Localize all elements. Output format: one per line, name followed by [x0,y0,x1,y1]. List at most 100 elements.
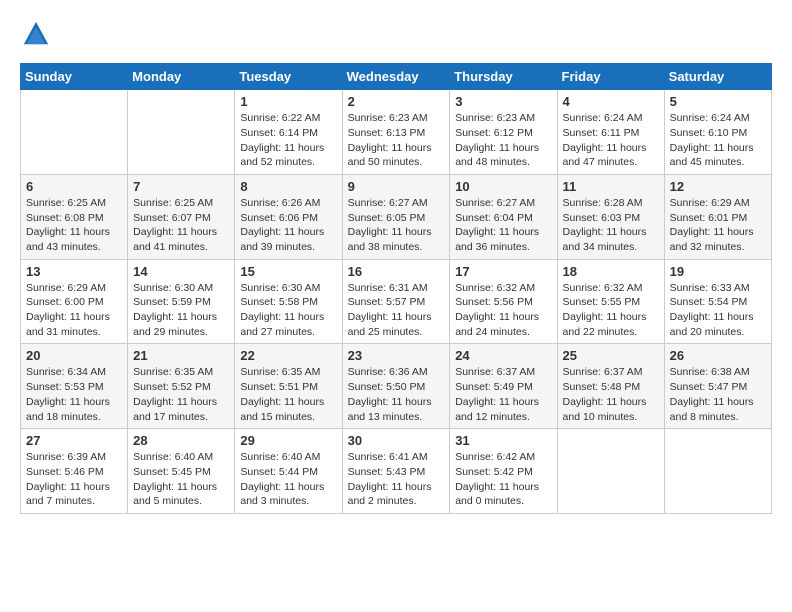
day-number: 17 [455,264,551,279]
calendar-cell: 1Sunrise: 6:22 AM Sunset: 6:14 PM Daylig… [235,90,342,175]
calendar-cell: 13 Sunrise: 6:29 AM Sunset: 6:00 PM Dayli… [21,259,128,344]
day-number: 8 [240,179,336,194]
calendar-cell: 15 Sunrise: 6:30 AM Sunset: 5:58 PM Dayli… [235,259,342,344]
day-info: Sunrise: 6:41 AM Sunset: 5:43 PM Dayligh… [348,450,445,509]
calendar-cell: 26 Sunrise: 6:38 AM Sunset: 5:47 PM Dayli… [664,344,771,429]
day-info: Sunrise: 6:35 AM Sunset: 5:51 PM Dayligh… [240,365,336,424]
day-number: 31 [455,433,551,448]
logo-text [20,20,50,53]
week-row-2: 6Sunrise: 6:25 AM Sunset: 6:08 PM Daylig… [21,174,772,259]
day-info: Sunrise: 6:31 AM Sunset: 5:57 PM Dayligh… [348,281,445,340]
calendar-cell [21,90,128,175]
weekday-header-wednesday: Wednesday [342,64,450,90]
calendar-cell: 23 Sunrise: 6:36 AM Sunset: 5:50 PM Dayli… [342,344,450,429]
calendar-cell: 18 Sunrise: 6:32 AM Sunset: 5:55 PM Dayli… [557,259,664,344]
day-info: Sunrise: 6:25 AM Sunset: 6:08 PM Dayligh… [26,196,122,255]
day-number: 25 [563,348,659,363]
day-info: Sunrise: 6:40 AM Sunset: 5:45 PM Dayligh… [133,450,229,509]
calendar-cell: 10 Sunrise: 6:27 AM Sunset: 6:04 PM Dayli… [450,174,557,259]
weekday-header-row: SundayMondayTuesdayWednesdayThursdayFrid… [21,64,772,90]
calendar-cell: 17 Sunrise: 6:32 AM Sunset: 5:56 PM Dayli… [450,259,557,344]
day-info: Sunrise: 6:29 AM Sunset: 6:01 PM Dayligh… [670,196,766,255]
day-number: 24 [455,348,551,363]
calendar-cell: 27 Sunrise: 6:39 AM Sunset: 5:46 PM Dayli… [21,429,128,514]
day-number: 27 [26,433,122,448]
day-info: Sunrise: 6:35 AM Sunset: 5:52 PM Dayligh… [133,365,229,424]
calendar-cell: 30 Sunrise: 6:41 AM Sunset: 5:43 PM Dayli… [342,429,450,514]
day-info: Sunrise: 6:30 AM Sunset: 5:59 PM Dayligh… [133,281,229,340]
calendar-cell: 2Sunrise: 6:23 AM Sunset: 6:13 PM Daylig… [342,90,450,175]
day-number: 30 [348,433,445,448]
calendar: SundayMondayTuesdayWednesdayThursdayFrid… [20,63,772,514]
calendar-cell: 21 Sunrise: 6:35 AM Sunset: 5:52 PM Dayli… [128,344,235,429]
calendar-cell: 14 Sunrise: 6:30 AM Sunset: 5:59 PM Dayli… [128,259,235,344]
day-number: 11 [563,179,659,194]
day-info: Sunrise: 6:24 AM Sunset: 6:10 PM Dayligh… [670,111,766,170]
day-number: 26 [670,348,766,363]
day-number: 29 [240,433,336,448]
weekday-header-saturday: Saturday [664,64,771,90]
calendar-cell: 19 Sunrise: 6:33 AM Sunset: 5:54 PM Dayli… [664,259,771,344]
calendar-cell: 28 Sunrise: 6:40 AM Sunset: 5:45 PM Dayli… [128,429,235,514]
day-info: Sunrise: 6:23 AM Sunset: 6:13 PM Dayligh… [348,111,445,170]
calendar-cell: 29 Sunrise: 6:40 AM Sunset: 5:44 PM Dayli… [235,429,342,514]
day-number: 14 [133,264,229,279]
day-number: 3 [455,94,551,109]
day-info: Sunrise: 6:28 AM Sunset: 6:03 PM Dayligh… [563,196,659,255]
calendar-cell: 12 Sunrise: 6:29 AM Sunset: 6:01 PM Dayli… [664,174,771,259]
calendar-cell: 20Sunrise: 6:34 AM Sunset: 5:53 PM Dayli… [21,344,128,429]
day-number: 20 [26,348,122,363]
day-info: Sunrise: 6:38 AM Sunset: 5:47 PM Dayligh… [670,365,766,424]
weekday-header-monday: Monday [128,64,235,90]
day-number: 19 [670,264,766,279]
day-info: Sunrise: 6:29 AM Sunset: 6:00 PM Dayligh… [26,281,122,340]
calendar-cell: 24Sunrise: 6:37 AM Sunset: 5:49 PM Dayli… [450,344,557,429]
day-number: 22 [240,348,336,363]
calendar-cell: 31 Sunrise: 6:42 AM Sunset: 5:42 PM Dayli… [450,429,557,514]
day-number: 13 [26,264,122,279]
day-number: 23 [348,348,445,363]
day-number: 16 [348,264,445,279]
day-number: 9 [348,179,445,194]
day-number: 15 [240,264,336,279]
day-info: Sunrise: 6:25 AM Sunset: 6:07 PM Dayligh… [133,196,229,255]
day-info: Sunrise: 6:32 AM Sunset: 5:55 PM Dayligh… [563,281,659,340]
day-number: 12 [670,179,766,194]
day-number: 1 [240,94,336,109]
day-info: Sunrise: 6:32 AM Sunset: 5:56 PM Dayligh… [455,281,551,340]
weekday-header-friday: Friday [557,64,664,90]
calendar-cell: 11 Sunrise: 6:28 AM Sunset: 6:03 PM Dayli… [557,174,664,259]
weekday-header-thursday: Thursday [450,64,557,90]
day-info: Sunrise: 6:36 AM Sunset: 5:50 PM Dayligh… [348,365,445,424]
logo [20,20,50,53]
day-info: Sunrise: 6:26 AM Sunset: 6:06 PM Dayligh… [240,196,336,255]
day-info: Sunrise: 6:30 AM Sunset: 5:58 PM Dayligh… [240,281,336,340]
day-info: Sunrise: 6:39 AM Sunset: 5:46 PM Dayligh… [26,450,122,509]
weekday-header-sunday: Sunday [21,64,128,90]
day-info: Sunrise: 6:33 AM Sunset: 5:54 PM Dayligh… [670,281,766,340]
day-info: Sunrise: 6:42 AM Sunset: 5:42 PM Dayligh… [455,450,551,509]
day-info: Sunrise: 6:40 AM Sunset: 5:44 PM Dayligh… [240,450,336,509]
day-number: 10 [455,179,551,194]
day-number: 18 [563,264,659,279]
day-info: Sunrise: 6:27 AM Sunset: 6:04 PM Dayligh… [455,196,551,255]
calendar-cell: 9 Sunrise: 6:27 AM Sunset: 6:05 PM Daylig… [342,174,450,259]
calendar-cell [664,429,771,514]
calendar-cell: 25 Sunrise: 6:37 AM Sunset: 5:48 PM Dayli… [557,344,664,429]
calendar-cell [128,90,235,175]
day-info: Sunrise: 6:23 AM Sunset: 6:12 PM Dayligh… [455,111,551,170]
calendar-cell: 8 Sunrise: 6:26 AM Sunset: 6:06 PM Daylig… [235,174,342,259]
page-header [20,20,772,53]
calendar-cell: 16 Sunrise: 6:31 AM Sunset: 5:57 PM Dayli… [342,259,450,344]
day-info: Sunrise: 6:24 AM Sunset: 6:11 PM Dayligh… [563,111,659,170]
calendar-cell [557,429,664,514]
day-number: 21 [133,348,229,363]
day-info: Sunrise: 6:27 AM Sunset: 6:05 PM Dayligh… [348,196,445,255]
day-number: 28 [133,433,229,448]
day-number: 5 [670,94,766,109]
day-info: Sunrise: 6:37 AM Sunset: 5:48 PM Dayligh… [563,365,659,424]
calendar-cell: 22 Sunrise: 6:35 AM Sunset: 5:51 PM Dayli… [235,344,342,429]
weekday-header-tuesday: Tuesday [235,64,342,90]
week-row-5: 27 Sunrise: 6:39 AM Sunset: 5:46 PM Dayli… [21,429,772,514]
logo-icon [22,20,50,48]
